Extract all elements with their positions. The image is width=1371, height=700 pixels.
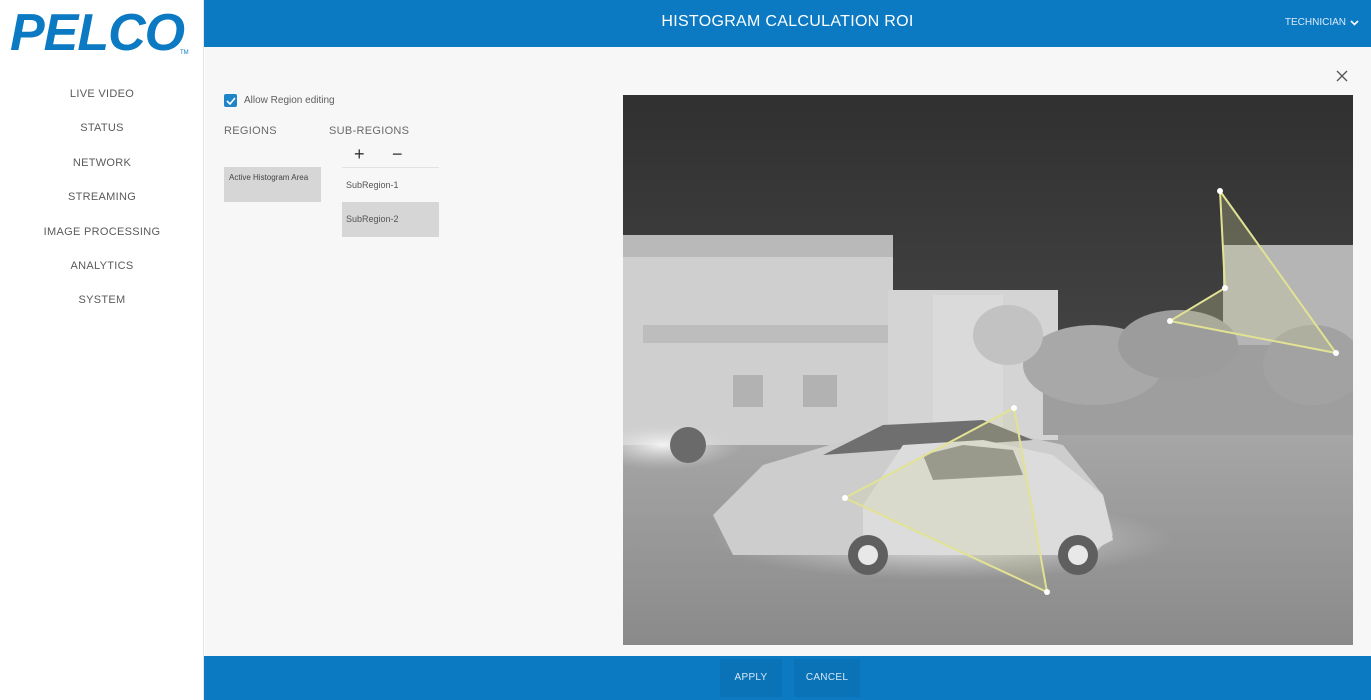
sidebar-item-analytics[interactable]: ANALYTICS	[0, 256, 204, 290]
sidebar-nav: LIVE VIDEO STATUS NETWORK STREAMING IMAG…	[0, 84, 204, 325]
add-subregion-button[interactable]: +	[354, 145, 365, 163]
svg-text:PELCO: PELCO	[10, 6, 185, 56]
header-bar: HISTOGRAM CALCULATION ROI TECHNICIAN	[204, 0, 1371, 47]
sidebar: PELCO TM LIVE VIDEO STATUS NETWORK STREA…	[0, 0, 204, 700]
allow-editing-row[interactable]: Allow Region editing	[224, 94, 335, 107]
close-icon[interactable]	[1335, 69, 1349, 83]
sidebar-item-status[interactable]: STATUS	[0, 118, 204, 152]
cancel-button[interactable]: CANCEL	[794, 659, 860, 697]
sidebar-item-live-video[interactable]: LIVE VIDEO	[0, 84, 204, 118]
svg-text:TM: TM	[180, 50, 189, 56]
sidebar-item-streaming[interactable]: STREAMING	[0, 187, 204, 221]
apply-button[interactable]: APPLY	[720, 659, 782, 697]
thermal-camera-view[interactable]	[623, 95, 1353, 645]
user-menu[interactable]: TECHNICIAN	[1285, 17, 1359, 28]
sidebar-item-system[interactable]: SYSTEM	[0, 290, 204, 324]
remove-subregion-button[interactable]: −	[392, 145, 403, 163]
user-name: TECHNICIAN	[1284, 17, 1346, 28]
footer-bar: APPLY CANCEL	[204, 656, 1371, 700]
sidebar-item-network[interactable]: NETWORK	[0, 153, 204, 187]
pelco-logo: PELCO TM	[10, 6, 189, 56]
allow-editing-label: Allow Region editing	[244, 95, 335, 106]
page-title: HISTOGRAM CALCULATION ROI	[661, 13, 914, 30]
region-item-active-histogram-area[interactable]: Active Histogram Area	[224, 167, 321, 202]
sidebar-item-image-processing[interactable]: IMAGE PROCESSING	[0, 222, 204, 256]
allow-editing-checkbox[interactable]	[224, 94, 237, 107]
content-panel: Allow Region editing REGIONS SUB-REGIONS…	[205, 47, 1371, 656]
subregion-item-1[interactable]: SubRegion-1	[342, 168, 439, 203]
regions-heading: REGIONS	[224, 125, 277, 137]
subregions-heading: SUB-REGIONS	[329, 125, 410, 137]
chevron-down-icon	[1350, 19, 1359, 26]
check-icon	[225, 96, 236, 105]
subregion-item-2[interactable]: SubRegion-2	[342, 202, 439, 237]
